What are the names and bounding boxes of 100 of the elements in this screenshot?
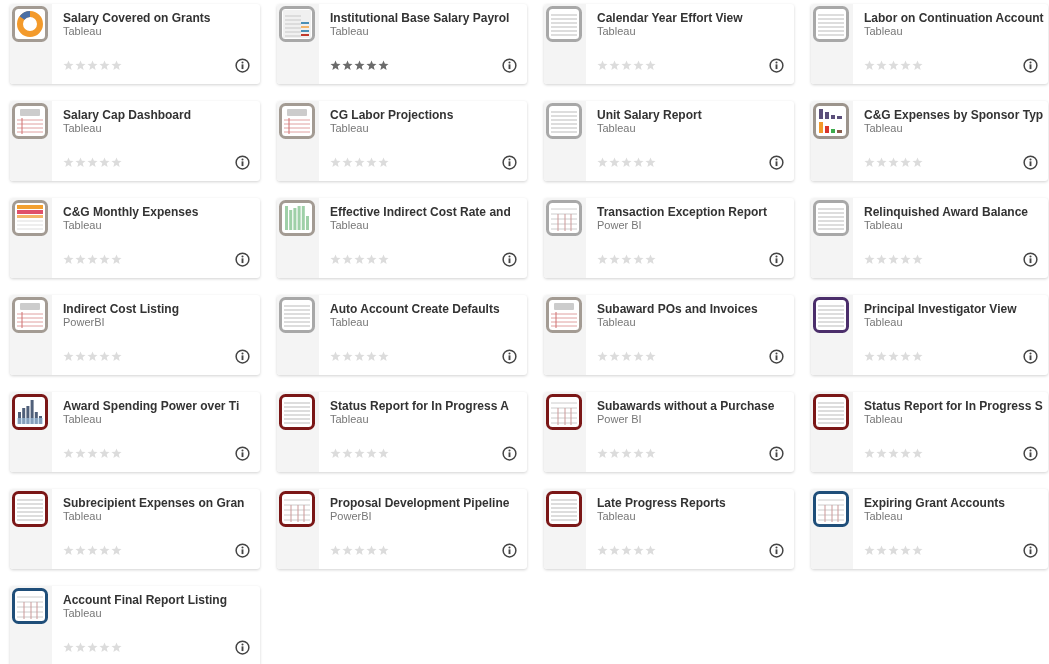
star-rating[interactable] <box>864 545 923 556</box>
report-card[interactable]: Expiring Grant Accounts Tableau <box>811 489 1048 569</box>
star-rating[interactable] <box>63 448 122 459</box>
star-rating[interactable] <box>864 157 923 168</box>
report-title[interactable]: Expiring Grant Accounts <box>864 496 1047 510</box>
info-icon[interactable] <box>769 252 784 267</box>
report-card[interactable]: Salary Cap Dashboard Tableau <box>10 101 260 181</box>
report-title[interactable]: Salary Cap Dashboard <box>63 108 259 122</box>
star-rating[interactable] <box>330 545 389 556</box>
report-title[interactable]: Status Report for In Progress S <box>864 399 1047 413</box>
star-rating[interactable] <box>330 448 389 459</box>
report-title[interactable]: Institutional Base Salary Payrol <box>330 11 526 25</box>
star-rating[interactable] <box>63 642 122 653</box>
info-icon[interactable] <box>1023 155 1038 170</box>
report-title[interactable]: Relinquished Award Balance <box>864 205 1047 219</box>
info-icon[interactable] <box>769 58 784 73</box>
star-rating[interactable] <box>864 60 923 71</box>
star-rating[interactable] <box>864 254 923 265</box>
star-rating[interactable] <box>864 351 923 362</box>
report-title[interactable]: Effective Indirect Cost Rate and <box>330 205 526 219</box>
report-card[interactable]: C&G Monthly Expenses Tableau <box>10 198 260 278</box>
report-card[interactable]: Award Spending Power over Ti Tableau <box>10 392 260 472</box>
info-icon[interactable] <box>769 155 784 170</box>
star-rating[interactable] <box>63 545 122 556</box>
star-rating[interactable] <box>864 448 923 459</box>
report-title[interactable]: Indirect Cost Listing <box>63 302 259 316</box>
info-icon[interactable] <box>235 543 250 558</box>
report-card[interactable]: Subaward POs and Invoices Tableau <box>544 295 794 375</box>
report-title[interactable]: Award Spending Power over Ti <box>63 399 259 413</box>
report-card[interactable]: Account Final Report Listing Tableau <box>10 586 260 664</box>
info-icon[interactable] <box>235 446 250 461</box>
report-card[interactable]: Calendar Year Effort View Tableau <box>544 4 794 84</box>
report-title[interactable]: Account Final Report Listing <box>63 593 259 607</box>
info-icon[interactable] <box>502 252 517 267</box>
star-rating[interactable] <box>63 351 122 362</box>
report-title[interactable]: Principal Investigator View <box>864 302 1047 316</box>
report-title[interactable]: Unit Salary Report <box>597 108 793 122</box>
star-rating[interactable] <box>330 254 389 265</box>
report-card[interactable]: Unit Salary Report Tableau <box>544 101 794 181</box>
star-rating[interactable] <box>597 545 656 556</box>
info-icon[interactable] <box>1023 252 1038 267</box>
info-icon[interactable] <box>1023 58 1038 73</box>
report-card[interactable]: Indirect Cost Listing PowerBI <box>10 295 260 375</box>
info-icon[interactable] <box>502 349 517 364</box>
info-icon[interactable] <box>235 155 250 170</box>
report-card[interactable]: Effective Indirect Cost Rate and Tableau <box>277 198 527 278</box>
report-card[interactable]: C&G Expenses by Sponsor Typ Tableau <box>811 101 1048 181</box>
report-title[interactable]: Proposal Development Pipeline <box>330 496 526 510</box>
star-rating[interactable] <box>597 448 656 459</box>
report-title[interactable]: CG Labor Projections <box>330 108 526 122</box>
star-rating[interactable] <box>597 157 656 168</box>
report-card[interactable]: Subrecipient Expenses on Gran Tableau <box>10 489 260 569</box>
report-card[interactable]: Subawards without a Purchase Power BI <box>544 392 794 472</box>
report-card[interactable]: Principal Investigator View Tableau <box>811 295 1048 375</box>
info-icon[interactable] <box>502 543 517 558</box>
report-title[interactable]: Transaction Exception Report <box>597 205 793 219</box>
info-icon[interactable] <box>1023 349 1038 364</box>
star-rating[interactable] <box>597 351 656 362</box>
report-card[interactable]: Labor on Continuation Account Tableau <box>811 4 1048 84</box>
info-icon[interactable] <box>235 58 250 73</box>
report-title[interactable]: C&G Expenses by Sponsor Typ <box>864 108 1047 122</box>
star-rating[interactable] <box>330 60 389 71</box>
report-card[interactable]: Late Progress Reports Tableau <box>544 489 794 569</box>
report-title[interactable]: Auto Account Create Defaults <box>330 302 526 316</box>
info-icon[interactable] <box>502 155 517 170</box>
star-rating[interactable] <box>597 60 656 71</box>
report-title[interactable]: Salary Covered on Grants <box>63 11 259 25</box>
report-card[interactable]: Relinquished Award Balance Tableau <box>811 198 1048 278</box>
star-rating[interactable] <box>63 254 122 265</box>
star-rating[interactable] <box>330 157 389 168</box>
report-title[interactable]: Labor on Continuation Account <box>864 11 1047 25</box>
report-card[interactable]: CG Labor Projections Tableau <box>277 101 527 181</box>
info-icon[interactable] <box>502 446 517 461</box>
info-icon[interactable] <box>769 543 784 558</box>
report-title[interactable]: Subrecipient Expenses on Gran <box>63 496 259 510</box>
info-icon[interactable] <box>1023 543 1038 558</box>
info-icon[interactable] <box>769 349 784 364</box>
report-card[interactable]: Status Report for In Progress S Tableau <box>811 392 1048 472</box>
star-rating[interactable] <box>63 157 122 168</box>
report-title[interactable]: C&G Monthly Expenses <box>63 205 259 219</box>
info-icon[interactable] <box>235 349 250 364</box>
info-icon[interactable] <box>235 252 250 267</box>
info-icon[interactable] <box>769 446 784 461</box>
report-card[interactable]: Transaction Exception Report Power BI <box>544 198 794 278</box>
report-title[interactable]: Subaward POs and Invoices <box>597 302 793 316</box>
star-rating[interactable] <box>330 351 389 362</box>
info-icon[interactable] <box>502 58 517 73</box>
report-title[interactable]: Calendar Year Effort View <box>597 11 793 25</box>
star-rating[interactable] <box>597 254 656 265</box>
report-card[interactable]: Proposal Development Pipeline PowerBI <box>277 489 527 569</box>
info-icon[interactable] <box>235 640 250 655</box>
star-rating[interactable] <box>63 60 122 71</box>
report-card[interactable]: Status Report for In Progress A Tableau <box>277 392 527 472</box>
report-title[interactable]: Status Report for In Progress A <box>330 399 526 413</box>
report-title[interactable]: Late Progress Reports <box>597 496 793 510</box>
report-title[interactable]: Subawards without a Purchase <box>597 399 793 413</box>
report-card[interactable]: Auto Account Create Defaults Tableau <box>277 295 527 375</box>
report-card[interactable]: Salary Covered on Grants Tableau <box>10 4 260 84</box>
info-icon[interactable] <box>1023 446 1038 461</box>
report-card[interactable]: Institutional Base Salary Payrol Tableau <box>277 4 527 84</box>
